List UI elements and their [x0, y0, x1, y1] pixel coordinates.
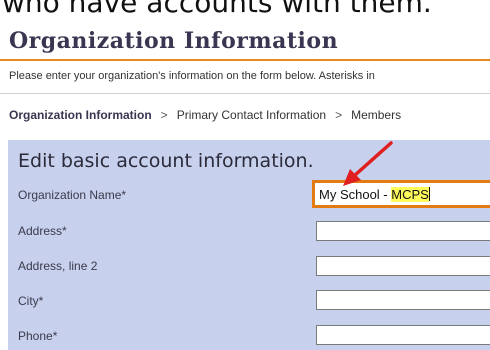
red-arrow-icon	[343, 141, 393, 186]
